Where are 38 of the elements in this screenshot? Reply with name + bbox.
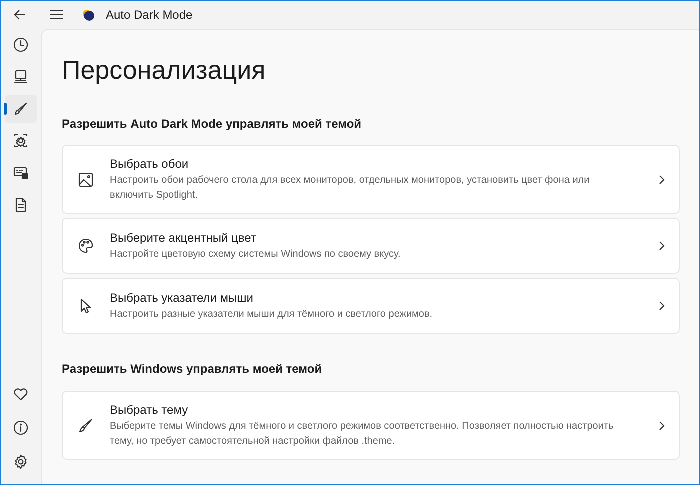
settings-card[interactable]: Выбрать обои Настроить обои рабочего стола для всех мониторов, отдельных мониторов, установить цвет фона или включить Spotlight. (62, 145, 680, 214)
info-icon (13, 420, 29, 436)
menu-icon (50, 10, 62, 20)
screen-gear-icon (13, 133, 29, 149)
palette-icon (78, 238, 94, 254)
page-title: Персонализация (62, 54, 267, 87)
brush-icon (78, 418, 94, 434)
document-icon (13, 197, 29, 213)
keyboard-icon (13, 165, 29, 181)
card-title: Выбрать указатели мыши (110, 290, 255, 306)
clock-icon (13, 37, 29, 53)
monitor-icon (13, 69, 29, 85)
card-title: Выбрать обои (110, 156, 190, 172)
heart-icon (13, 386, 29, 402)
chevron-right-icon (659, 174, 665, 184)
card-title: Выберите акцентный цвет (110, 230, 258, 246)
window-title: Auto Dark Mode (106, 7, 193, 24)
section-heading: Разрешить Auto Dark Mode управлять моей темой (62, 116, 363, 133)
picture-frame-icon (78, 172, 94, 188)
card-description: Настроить обои рабочего стола для всех мониторов, отдельных мониторов, установить цвет фона или включить Spotlight. (110, 174, 591, 203)
section-heading: Разрешить Windows управлять моей темой (62, 361, 324, 378)
settings-card[interactable]: Выбрать указатели мыши Настроить разные указатели мыши для тёмного и светлого режимов. (62, 278, 680, 334)
card-description: Настроить разные указатели мыши для тёмного и светлого режимов. (110, 308, 434, 322)
card-title: Выбрать тему (110, 402, 190, 418)
card-description: Настройте цветовую схему системы Windows по своему вкусу. (110, 248, 402, 262)
app-logo-icon (81, 8, 95, 22)
chevron-right-icon (659, 241, 665, 251)
settings-card[interactable]: Выбрать тему Выберите темы Windows для тёмного и светлого режимов соответственно. Позволяет полностью настроить тему, но требует самостоятельной настройки файлов .theme. (62, 391, 680, 460)
selection-indicator (4, 103, 7, 115)
settings-icon (13, 454, 29, 470)
back-icon (14, 9, 26, 21)
chevron-right-icon (659, 301, 665, 311)
brush-icon (13, 101, 29, 117)
cursor-icon (78, 298, 94, 314)
nav-item[interactable] (5, 95, 37, 123)
chevron-right-icon (659, 420, 665, 430)
card-description: Выберите темы Windows для тёмного и светлого режимов соответственно. Позволяет полностью настроить тему, но требует самостоятельной настройки файлов .theme. (110, 420, 615, 449)
settings-card[interactable]: Выберите акцентный цвет Настройте цветовую схему системы Windows по своему вкусу. (62, 218, 680, 274)
